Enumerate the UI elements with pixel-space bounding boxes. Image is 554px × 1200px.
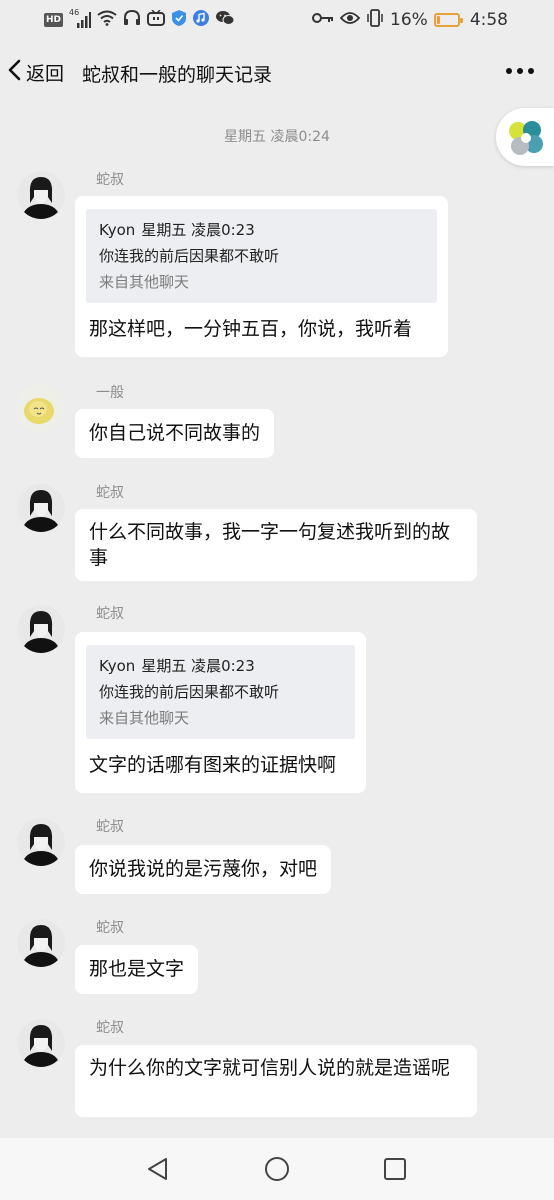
wifi-icon	[97, 10, 117, 30]
triangle-back-icon	[148, 1158, 167, 1180]
message-text: 什么不同故事，我一字一句复述我听到的故事	[89, 521, 451, 569]
back-label: 返回	[26, 62, 65, 85]
avatar[interactable]	[17, 171, 65, 219]
message-bubble[interactable]: 你说我说的是污蔑你，对吧	[75, 845, 332, 894]
message-bubble[interactable]: 你自己说不同故事的	[75, 409, 275, 458]
message-text: 你自己说不同故事的	[89, 422, 261, 444]
shield-app-icon	[171, 9, 187, 31]
more-dot-icon	[506, 68, 512, 74]
avatar-image	[17, 1019, 65, 1067]
avatar[interactable]	[17, 818, 65, 866]
sender-name: 蛇叔	[96, 172, 124, 188]
quote-author: Kyon	[99, 657, 136, 675]
avatar[interactable]	[17, 919, 65, 967]
quoted-message[interactable]: Kyon 星期五 凌晨0:23 你连我的前后因果都不敢听 来自其他聊天	[86, 209, 437, 303]
sender-name: 蛇叔	[96, 485, 124, 501]
nav-recents-button[interactable]	[382, 1156, 408, 1186]
avatar[interactable]	[17, 605, 65, 653]
page-title: 蛇叔和一般的聊天记录	[82, 64, 273, 86]
sender-name: 蛇叔	[96, 819, 124, 835]
circle-home-icon	[265, 1157, 289, 1181]
message-bubble[interactable]: 为什么你的文字就可信别人说的就是造谣呢	[75, 1045, 477, 1117]
avatar-image	[17, 818, 65, 866]
avatar-image	[17, 484, 65, 532]
message-text: 那也是文字	[89, 958, 185, 980]
system-navigation-bar	[0, 1138, 554, 1200]
message-text: 为什么你的文字就可信别人说的就是造谣呢	[89, 1057, 451, 1079]
quote-text: 你连我的前后因果都不敢听	[99, 683, 280, 701]
avatar[interactable]	[17, 484, 65, 532]
quote-source: 来自其他聊天	[99, 273, 190, 291]
quote-header: Kyon 星期五 凌晨0:23	[99, 653, 342, 679]
sender-name: 一般	[96, 385, 124, 401]
more-options-button[interactable]	[506, 68, 534, 74]
quote-header: Kyon 星期五 凌晨0:23	[99, 217, 424, 243]
status-right-icons: 16% 4:58	[312, 8, 508, 32]
quote-time: 星期五 凌晨0:23	[141, 221, 255, 239]
message-text: 文字的话哪有图来的证据快啊	[89, 754, 337, 776]
message-bubble[interactable]: 什么不同故事，我一字一句复述我听到的故事	[75, 509, 477, 581]
wechat-icon	[215, 10, 235, 30]
clock: 4:58	[469, 10, 508, 30]
status-bar: HD 46 16% 4:58	[0, 0, 554, 40]
message-text: 你说我说的是污蔑你，对吧	[89, 858, 318, 880]
sender-name: 蛇叔	[96, 920, 124, 936]
avatar-image	[17, 384, 65, 432]
sender-name: 蛇叔	[96, 1020, 124, 1036]
battery-icon	[433, 13, 463, 27]
avatar[interactable]	[17, 384, 65, 432]
quote-source: 来自其他聊天	[99, 709, 190, 727]
avatar-image	[17, 171, 65, 219]
message-bubble[interactable]: Kyon 星期五 凌晨0:23 你连我的前后因果都不敢听 来自其他聊天 文字的话哪…	[75, 632, 366, 793]
quote-text: 你连我的前后因果都不敢听	[99, 247, 280, 265]
chevron-left-icon	[6, 58, 22, 86]
message-bubble[interactable]: Kyon 星期五 凌晨0:23 你连我的前后因果都不敢听 来自其他聊天 那这样吧，…	[75, 196, 448, 357]
back-button[interactable]: 返回	[6, 58, 64, 86]
nav-back-button[interactable]	[145, 1156, 171, 1186]
avatar-image	[17, 919, 65, 967]
signal-icon: 46	[69, 8, 92, 29]
avatar[interactable]	[17, 1019, 65, 1067]
chat-timestamp: 星期五 凌晨0:24	[224, 129, 330, 145]
quote-time: 星期五 凌晨0:23	[141, 657, 255, 675]
hd-icon: HD	[44, 13, 64, 27]
key-icon	[312, 10, 334, 30]
vibrate-icon	[366, 8, 384, 32]
avatar-image	[17, 605, 65, 653]
message-bubble[interactable]: 那也是文字	[75, 945, 199, 994]
nav-bar: 返回 蛇叔和一般的聊天记录	[0, 44, 554, 100]
more-dot-icon	[517, 68, 523, 74]
tv-app-icon	[147, 9, 166, 30]
headphones-icon	[123, 9, 141, 30]
square-recents-icon	[384, 1158, 406, 1180]
message-text: 那这样吧，一分钟五百，你说，我听着	[89, 318, 413, 340]
more-dot-icon	[528, 68, 534, 74]
quoted-message[interactable]: Kyon 星期五 凌晨0:23 你连我的前后因果都不敢听 来自其他聊天	[86, 645, 355, 739]
quote-author: Kyon	[99, 221, 136, 239]
eye-icon	[339, 10, 361, 30]
battery-percent: 16%	[390, 10, 428, 30]
status-left-icons: HD 46	[44, 8, 235, 31]
nav-home-button[interactable]	[264, 1156, 290, 1186]
music-app-icon	[193, 10, 210, 30]
sender-name: 蛇叔	[96, 606, 124, 622]
